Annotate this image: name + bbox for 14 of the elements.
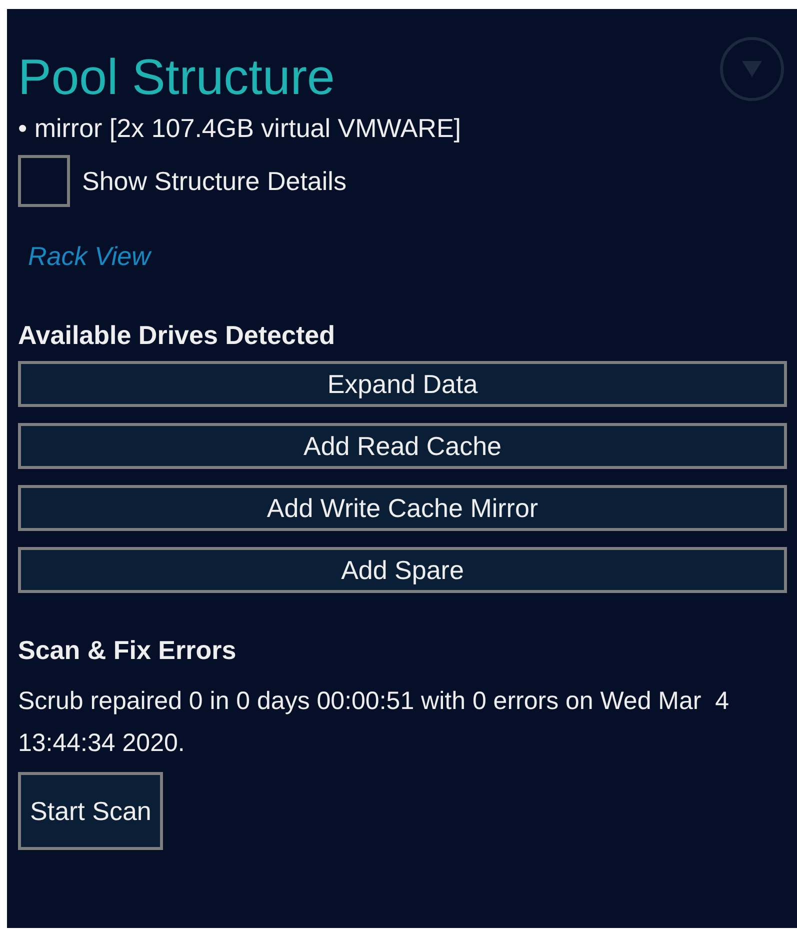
action-button[interactable]: Add Spare: [18, 547, 787, 593]
start-scan-button[interactable]: Start Scan: [18, 772, 164, 850]
scan-status-text: Scrub repaired 0 in 0 days 00:00:51 with 0 errors on Wed Mar 4 13:44:34 2020.: [18, 686, 730, 759]
checkbox-label: Show Structure Details: [82, 164, 346, 198]
action-button[interactable]: Add Write Cache Mirror: [18, 485, 787, 531]
section-heading: Available Drives Detected: [18, 319, 335, 352]
section-heading: Scan & Fix Errors: [18, 634, 236, 667]
triangle-down-icon: [742, 61, 762, 77]
action-button[interactable]: Add Read Cache: [18, 423, 787, 469]
action-button[interactable]: Expand Data: [18, 361, 787, 407]
structure-line: • mirror [2x 107.4GB virtual VMWARE]: [18, 112, 462, 145]
rack-view-link[interactable]: Rack View: [28, 237, 150, 276]
panel-title: Pool Structure: [18, 48, 335, 107]
checkbox[interactable]: [18, 155, 70, 207]
